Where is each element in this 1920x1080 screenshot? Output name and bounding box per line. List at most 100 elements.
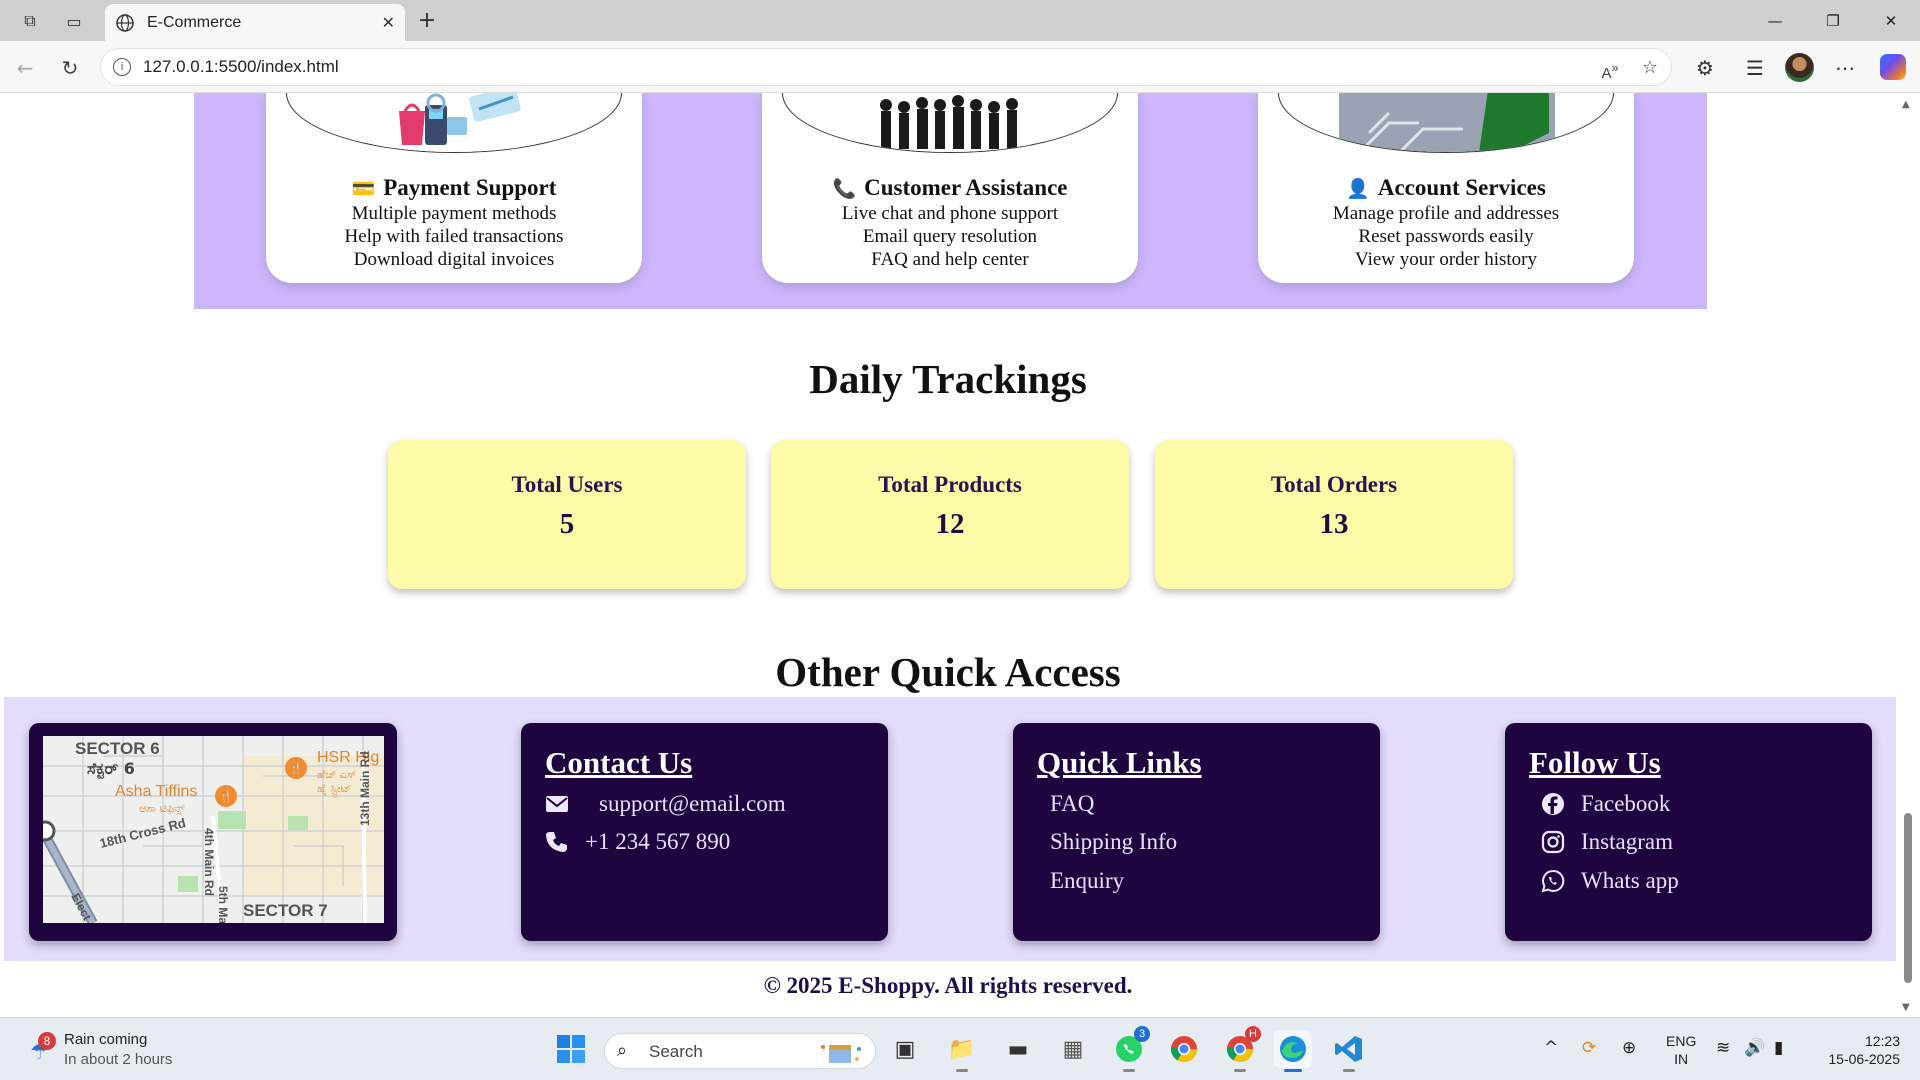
sync-icon[interactable]: ⟳ <box>1582 1038 1596 1058</box>
follow-us-title: Follow Us <box>1529 745 1661 780</box>
copilot-icon[interactable] <box>1880 54 1906 80</box>
edge-button[interactable] <box>1274 1030 1312 1072</box>
show-hidden-icons-chevron-icon[interactable]: ^ <box>1544 1038 1558 1058</box>
favorites-icon[interactable]: ☰ <box>1740 53 1770 83</box>
service-line: Live chat and phone support <box>841 203 1059 224</box>
quick-links-card: Quick Links FAQ Shipping Info Enquiry <box>1013 723 1380 941</box>
chrome-button[interactable] <box>1165 1030 1203 1068</box>
profile-avatar[interactable] <box>1785 53 1814 82</box>
scroll-down-arrow-icon[interactable]: ▼ <box>1902 1002 1910 1013</box>
contact-email-row[interactable]: support@email.com <box>545 791 786 817</box>
volume-icon[interactable]: 🔊 <box>1744 1038 1765 1058</box>
taskbar-search[interactable]: ⌕ Search <box>604 1033 876 1069</box>
card-label: Total Orders <box>1270 472 1398 497</box>
terminal-button[interactable]: ▬ <box>999 1030 1037 1068</box>
vscode-icon <box>1335 1036 1362 1062</box>
info-icon[interactable]: i <box>113 58 131 76</box>
refresh-button[interactable]: ↻ <box>55 53 85 83</box>
search-icon: ⌕ <box>617 1040 628 1061</box>
system-clock[interactable]: 12:23 15-06-2025 <box>1810 1032 1900 1068</box>
link-faq[interactable]: FAQ <box>1050 791 1094 817</box>
contact-phone: +1 234 567 890 <box>585 829 731 854</box>
service-line: Multiple payment methods <box>351 203 557 224</box>
map-label: ಆಶಾ ಟಿಫಿನ್ಸ್ <box>139 802 185 815</box>
service-card-customer: 📞 Customer Assistance Live chat and phone… <box>762 93 1138 283</box>
copyright-text: © 2025 E-Shoppy. All rights reserved. <box>763 973 1133 998</box>
url-field[interactable]: i 127.0.0.1:5500/index.html A» ☆ <box>100 48 1672 86</box>
service-image-frame <box>1278 93 1614 153</box>
whatsapp-label: Whats app <box>1581 868 1679 893</box>
map-label: ಸೆಕ್ಟರ್ 6 <box>87 759 135 780</box>
scrollbar-thumb[interactable] <box>1904 813 1912 983</box>
facebook-link[interactable]: Facebook <box>1541 791 1670 817</box>
map-label: 5th Ma <box>216 886 230 923</box>
whatsapp-app-button[interactable]: 3 <box>1110 1026 1150 1072</box>
link-shipping-info[interactable]: Shipping Info <box>1050 829 1177 855</box>
workspaces-icon[interactable]: ⧉ <box>16 8 44 34</box>
map-card: 🍴 🍴 SECTOR 6 ಸೆಕ್ಟರ್ 6 Asha Tiffins ಆಶಾ … <box>29 723 397 941</box>
map-graphic: 🍴 🍴 SECTOR 6 ಸೆಕ್ಟರ್ 6 Asha Tiffins ಆಶಾ … <box>43 736 384 923</box>
chrome-profile-badge: H <box>1245 1026 1261 1042</box>
globe-icon <box>116 13 134 32</box>
card-value: 5 <box>559 508 575 540</box>
network-shield-icon[interactable]: ⊕ <box>1622 1038 1636 1058</box>
start-button[interactable] <box>552 1030 590 1068</box>
favorite-star-icon[interactable]: ☆ <box>1637 55 1663 81</box>
total-products-card: Total Products 12 <box>771 440 1129 589</box>
more-menu-icon[interactable]: ⋯ <box>1830 53 1860 83</box>
chrome-profile-button[interactable]: H <box>1221 1026 1261 1072</box>
contact-card: Contact Us support@email.com +1 234 567 … <box>521 723 888 941</box>
browser-tab[interactable]: E-Commerce ✕ <box>105 4 405 41</box>
map-label: 13th Main Rd <box>358 751 372 826</box>
file-explorer-button[interactable]: 📁 <box>943 1030 981 1072</box>
close-window-button[interactable]: ✕ <box>1868 6 1914 36</box>
whatsapp-link[interactable]: Whats app <box>1541 868 1679 894</box>
link-enquiry[interactable]: Enquiry <box>1050 868 1124 894</box>
task-view-button[interactable]: ▣ <box>886 1030 924 1068</box>
vscode-button[interactable] <box>1330 1030 1368 1072</box>
contact-email: support@email.com <box>599 791 786 816</box>
svg-text:🍴: 🍴 <box>219 790 233 803</box>
weather-widget[interactable]: ☂ 8 Rain coming In about 2 hours <box>30 1030 220 1070</box>
close-tab-icon[interactable]: ✕ <box>382 13 395 32</box>
clock-date: 15-06-2025 <box>1828 1051 1900 1067</box>
instagram-link[interactable]: Instagram <box>1541 829 1673 855</box>
service-line: Help with failed transactions <box>344 226 564 247</box>
service-title: 👤 Account Services <box>1346 175 1546 200</box>
contact-phone-row[interactable]: +1 234 567 890 <box>545 829 730 855</box>
quick-access-heading: Other Quick Access <box>775 649 1121 695</box>
read-aloud-icon[interactable]: A» <box>1597 55 1623 82</box>
card-label: Total Users <box>511 472 623 497</box>
back-button[interactable]: ← <box>10 53 40 83</box>
page-scrollbar[interactable]: ▲ ▼ <box>1896 93 1920 1017</box>
whatsapp-badge: 3 <box>1134 1026 1150 1042</box>
instagram-label: Instagram <box>1581 829 1673 854</box>
extensions-icon[interactable]: ⚙ <box>1690 53 1720 83</box>
calculator-button[interactable]: ▦ <box>1054 1030 1092 1068</box>
quick-links-title: Quick Links <box>1037 745 1202 780</box>
map-label: SECTOR 7 <box>243 901 328 920</box>
task-view-icon: ▣ <box>894 1036 916 1062</box>
service-card-payment: 💳 Payment Support Multiple payment method… <box>266 93 642 283</box>
wifi-icon[interactable]: ≋ <box>1716 1038 1730 1058</box>
service-card-account: 👤 Account Services Manage profile and add… <box>1258 93 1634 283</box>
scroll-up-arrow-icon[interactable]: ▲ <box>1902 99 1910 110</box>
service-line: Email query resolution <box>862 226 1038 247</box>
service-image-frame <box>782 93 1118 153</box>
language-indicator[interactable]: ENG IN <box>1666 1032 1696 1068</box>
battery-icon[interactable]: ▮ <box>1774 1038 1783 1058</box>
follow-us-card: Follow Us Facebook Instagram Whats app <box>1505 723 1872 941</box>
terminal-icon: ▬ <box>1007 1036 1029 1062</box>
region-code: IN <box>1674 1051 1689 1067</box>
restore-button[interactable]: ❐ <box>1810 6 1856 36</box>
payment-illustration <box>375 93 535 152</box>
vertical-tabs-icon[interactable]: ▭ <box>60 8 88 34</box>
new-tab-button[interactable]: + <box>412 6 442 36</box>
address-bar-row: ← ↻ i 127.0.0.1:5500/index.html A» ☆ ⚙ ☰… <box>0 41 1920 93</box>
phone-icon <box>546 832 567 852</box>
windows-taskbar: ☂ 8 Rain coming In about 2 hours ⌕ Searc… <box>0 1017 1920 1080</box>
minimize-button[interactable]: — <box>1752 6 1798 36</box>
total-orders-card: Total Orders 13 <box>1155 440 1513 589</box>
keyboard-illustration <box>1339 93 1555 152</box>
map-embed[interactable]: 🍴 🍴 SECTOR 6 ಸೆಕ್ಟರ್ 6 Asha Tiffins ಆಶಾ … <box>43 736 384 923</box>
